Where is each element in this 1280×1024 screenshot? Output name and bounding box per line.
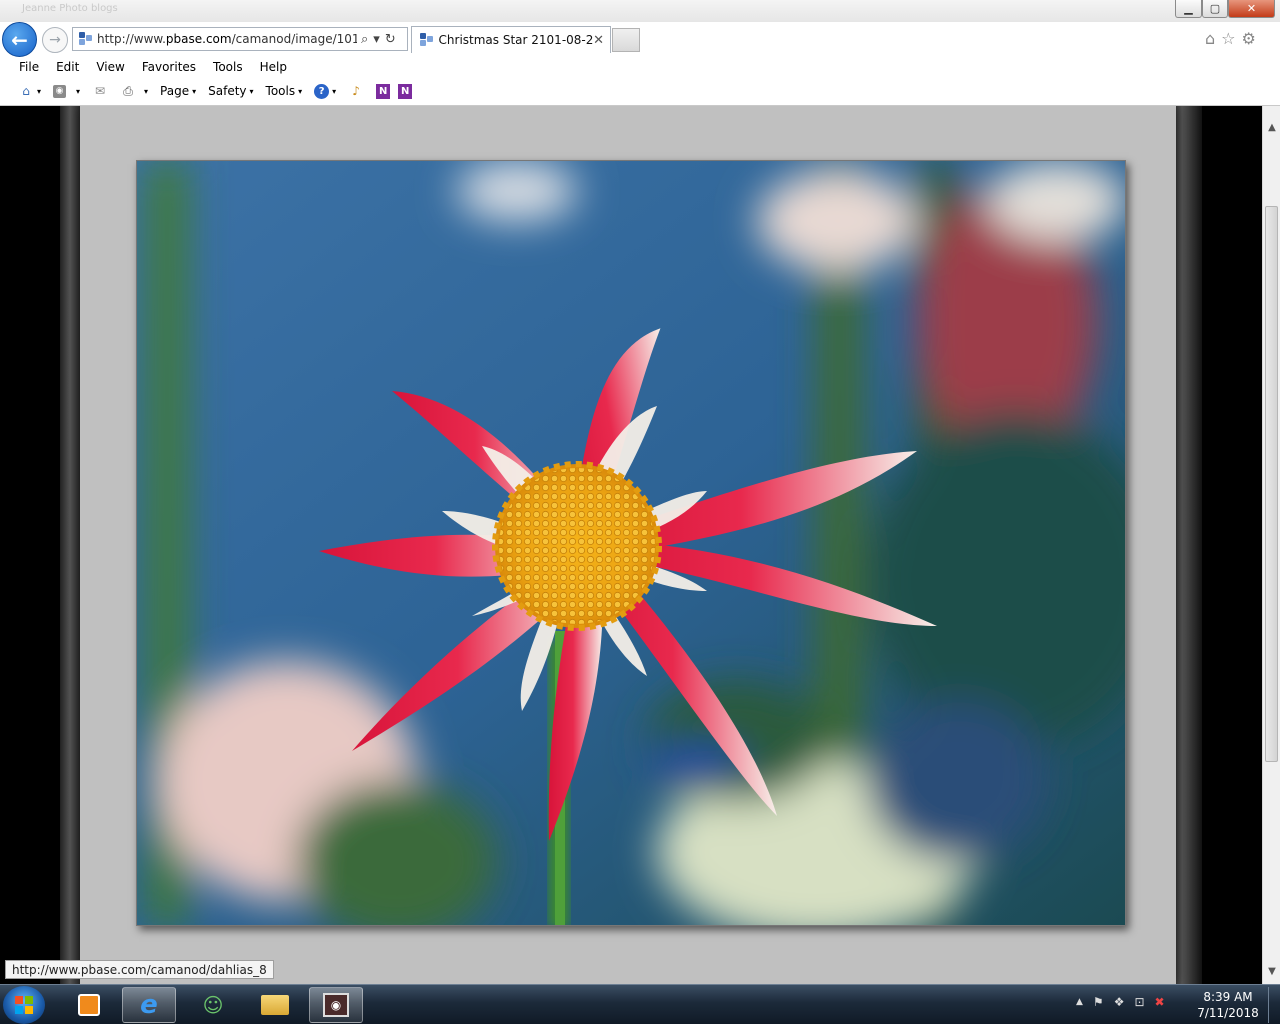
favorites-star-icon[interactable]: ☆ [1221, 29, 1235, 48]
taskbar-media-player[interactable] [62, 987, 116, 1023]
messenger-users-icon: ☺ [202, 993, 224, 1017]
onenote-icon: N [376, 83, 391, 99]
help-dropdown-icon: ▾ [332, 86, 337, 96]
search-icon[interactable]: ⌕ [361, 32, 368, 47]
address-url[interactable]: http://www.pbase.com/camanod/image/10149… [97, 32, 357, 46]
menu-file[interactable]: File [19, 60, 39, 74]
clock-time: 8:39 AM [1203, 990, 1253, 1004]
menu-edit[interactable]: Edit [56, 60, 79, 74]
tab-close-icon[interactable]: ✕ [593, 33, 604, 48]
tools-dropdown-icon: ▾ [298, 86, 303, 96]
menu-favorites[interactable]: Favorites [142, 60, 196, 74]
home-dropdown-icon[interactable]: ▾ [37, 87, 41, 96]
browser-chrome: Jeanne Photo blogs ▁ ▢ ✕ ← → http://www.… [0, 0, 1280, 106]
eye-photo-icon: ◉ [323, 993, 349, 1017]
tray-expand-icon[interactable]: ▲ [1076, 997, 1083, 1007]
menu-view[interactable]: View [96, 60, 124, 74]
print-dropdown-icon[interactable]: ▾ [144, 87, 148, 96]
back-button[interactable]: ← [2, 22, 37, 57]
feeds-command[interactable]: ◉ ▾ [53, 84, 80, 98]
taskbar: e ☺ ◉ ▲ ⚑ ❖ ⊡ ✖ 8:39 AM 7/11/2018 [0, 984, 1280, 1024]
minimize-button[interactable]: ▁ [1175, 0, 1202, 18]
research-command[interactable]: ♪ [348, 83, 364, 99]
safety-dropdown-icon: ▾ [249, 86, 254, 96]
safety-menu[interactable]: Safety ▾ [208, 84, 253, 98]
page-dropdown-icon: ▾ [192, 86, 197, 96]
site-favicon-icon [79, 32, 93, 46]
show-desktop-button[interactable] [1268, 987, 1278, 1023]
onenote-command[interactable]: N [376, 83, 391, 99]
system-tray: ▲ ⚑ ❖ ⊡ ✖ [1076, 995, 1165, 1009]
onenote-linked-command[interactable]: N [398, 83, 413, 99]
refresh-icon[interactable]: ↻ [385, 32, 396, 47]
title-bar: Jeanne Photo blogs ▁ ▢ ✕ [0, 0, 1280, 22]
tab-title: Christmas Star 2101-08-2.jp... [438, 33, 594, 47]
read-mail-command[interactable]: ✉ [92, 83, 108, 99]
close-button[interactable]: ✕ [1228, 0, 1275, 18]
url-path: /camanod/image/101498 [231, 32, 357, 46]
internet-explorer-icon: e [140, 990, 158, 1020]
clock-date: 7/11/2018 [1197, 1006, 1259, 1020]
rss-feed-icon: ◉ [53, 84, 67, 98]
page-viewport [0, 106, 1262, 984]
forward-button[interactable]: → [42, 27, 68, 53]
action-center-flag-icon[interactable]: ⚑ [1093, 995, 1104, 1009]
network-icon[interactable]: ⊡ [1134, 995, 1144, 1009]
dropbox-icon[interactable]: ❖ [1114, 995, 1125, 1009]
tab-favicon-icon [420, 33, 434, 47]
media-player-icon [78, 994, 100, 1016]
tools-menu[interactable]: Tools ▾ [266, 84, 303, 98]
scrollbar-thumb[interactable] [1265, 206, 1278, 762]
url-domain: pbase.com [165, 32, 232, 46]
taskbar-messenger[interactable]: ☺ [186, 987, 240, 1023]
window-title: Jeanne Photo blogs [22, 3, 118, 14]
status-link-preview: http://www.pbase.com/camanod/dahlias_8 [5, 960, 274, 979]
start-button[interactable] [3, 986, 45, 1024]
onenote-linked-icon: N [398, 83, 413, 99]
page-menu-label: Page [160, 84, 190, 98]
print-icon: ⎙ [123, 83, 133, 98]
command-bar: ⌂ ▾ ◉ ▾ ✉ ⎙ ▾ Page ▾ Safety ▾ Tools ▾ ? … [0, 80, 1280, 102]
url-prefix: http://www. [97, 32, 166, 46]
settings-gear-icon[interactable]: ⚙ [1242, 29, 1256, 48]
research-icon: ♪ [352, 84, 360, 98]
home-icon: ⌂ [22, 84, 30, 98]
scroll-up-arrow-icon[interactable]: ▲ [1263, 118, 1280, 136]
safety-menu-label: Safety [208, 84, 247, 98]
menu-help[interactable]: Help [260, 60, 287, 74]
scroll-down-arrow-icon[interactable]: ▼ [1263, 962, 1280, 980]
taskbar-photo-app[interactable]: ◉ [309, 987, 363, 1023]
home-command[interactable]: ⌂ ▾ [18, 83, 41, 99]
mail-icon: ✉ [95, 84, 106, 98]
browser-tab[interactable]: Christmas Star 2101-08-2.jp... ✕ [411, 26, 611, 53]
help-menu[interactable]: ? ▾ [314, 83, 337, 99]
print-command[interactable]: ⎙ ▾ [120, 83, 148, 99]
menu-bar: File Edit View Favorites Tools Help [0, 57, 1280, 77]
address-dropdown-icon[interactable]: ▾ [373, 32, 380, 47]
taskbar-internet-explorer[interactable]: e [122, 987, 176, 1023]
new-tab-button[interactable] [612, 28, 640, 52]
tools-menu-label: Tools [265, 84, 296, 98]
taskbar-file-explorer[interactable] [248, 987, 302, 1023]
folder-icon [261, 995, 289, 1015]
maximize-button[interactable]: ▢ [1202, 0, 1228, 18]
taskbar-clock[interactable]: 8:39 AM 7/11/2018 [1196, 989, 1260, 1021]
vertical-scrollbar[interactable]: ▲ ▼ [1262, 106, 1280, 984]
feeds-dropdown-icon[interactable]: ▾ [76, 87, 80, 96]
home-icon[interactable]: ⌂ [1205, 29, 1215, 48]
help-icon: ? [314, 83, 330, 99]
windows-logo-icon [15, 996, 33, 1014]
page-menu[interactable]: Page ▾ [160, 84, 196, 98]
dahlia-photo-illustration [137, 161, 1125, 925]
menu-tools[interactable]: Tools [213, 60, 243, 74]
volume-muted-icon[interactable]: ✖ [1155, 995, 1165, 1009]
dahlia-photo[interactable] [136, 160, 1126, 926]
address-bar[interactable]: http://www.pbase.com/camanod/image/10149… [72, 27, 408, 51]
